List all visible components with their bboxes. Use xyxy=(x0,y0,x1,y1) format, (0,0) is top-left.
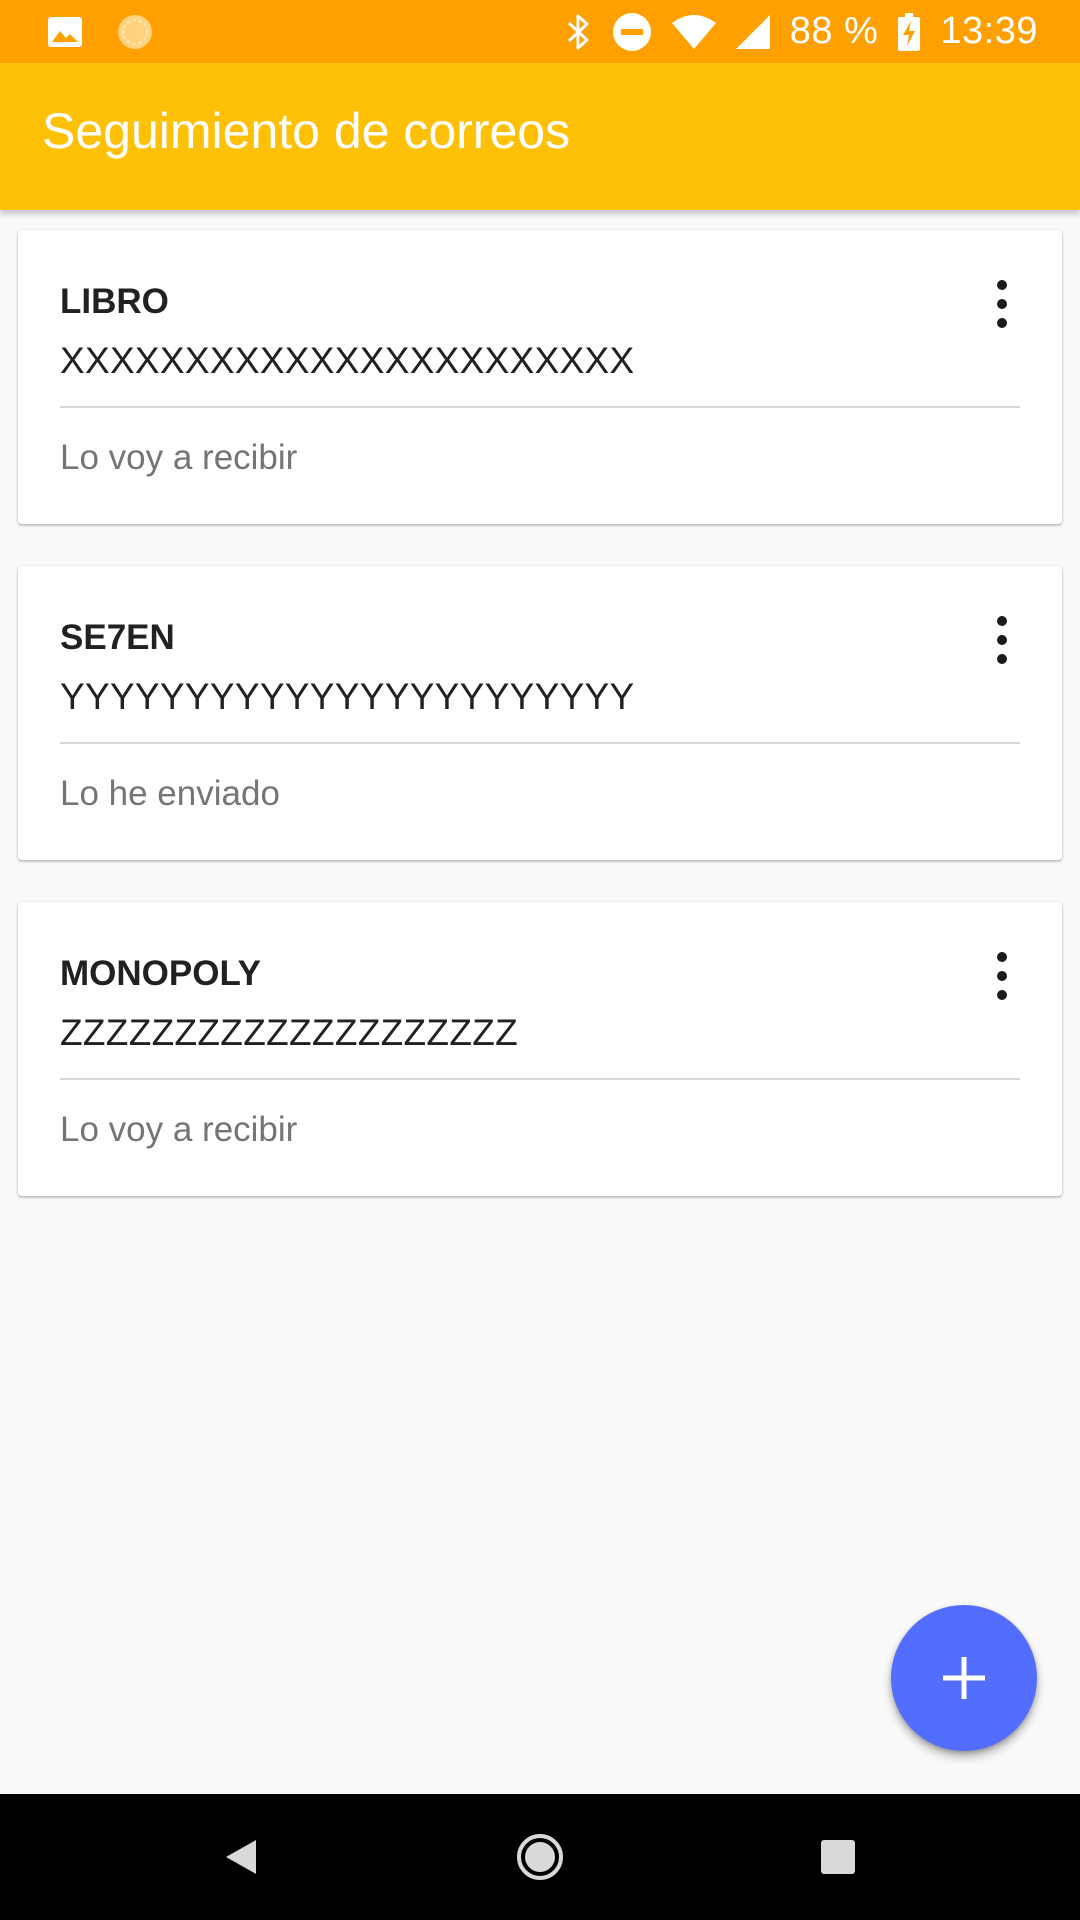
image-icon xyxy=(48,16,82,47)
tracking-code: XXXXXXXXXXXXXXXXXXXXXXX xyxy=(60,340,635,381)
status-bar: 88 % 13:39 xyxy=(0,0,1080,63)
shipment-status: Lo voy a recibir xyxy=(60,1110,298,1149)
shipment-card[interactable]: LIBRO XXXXXXXXXXXXXXXXXXXXXXX Lo voy a r… xyxy=(18,230,1062,524)
battery-charging-icon xyxy=(898,12,921,51)
plus-icon xyxy=(943,1657,985,1699)
shipment-status: Lo he enviado xyxy=(60,774,280,813)
more-options-icon[interactable] xyxy=(978,946,1026,1006)
shipment-name: LIBRO xyxy=(60,282,169,321)
page-title: Seguimiento de correos xyxy=(42,102,571,159)
shipment-name: MONOPOLY xyxy=(60,954,261,993)
navigation-bar xyxy=(0,1794,1080,1920)
divider xyxy=(60,1078,1020,1080)
bluetooth-icon xyxy=(566,13,592,51)
tracking-code: ZZZZZZZZZZZZZZZZZZZZ xyxy=(60,1012,519,1053)
app-bar: Seguimiento de correos xyxy=(0,63,1080,210)
home-icon[interactable] xyxy=(505,1822,575,1892)
signal-icon xyxy=(735,14,770,49)
shipment-card[interactable]: MONOPOLY ZZZZZZZZZZZZZZZZZZZZ Lo voy a r… xyxy=(18,902,1062,1196)
clock: 13:39 xyxy=(940,10,1038,52)
back-icon[interactable] xyxy=(206,1822,276,1892)
divider xyxy=(60,742,1020,744)
more-options-icon[interactable] xyxy=(978,274,1026,334)
add-shipment-button[interactable] xyxy=(891,1605,1037,1751)
shipment-status: Lo voy a recibir xyxy=(60,438,298,477)
do-not-disturb-icon xyxy=(612,12,652,52)
tracking-code: YYYYYYYYYYYYYYYYYYYYYYY xyxy=(60,676,635,717)
sync-icon xyxy=(116,13,154,51)
recents-icon[interactable] xyxy=(803,1822,873,1892)
divider xyxy=(60,406,1020,408)
more-options-icon[interactable] xyxy=(978,610,1026,670)
shipment-name: SE7EN xyxy=(60,618,175,657)
shipment-card[interactable]: SE7EN YYYYYYYYYYYYYYYYYYYYYYY Lo he envi… xyxy=(18,566,1062,860)
screen: 88 % 13:39 Seguimiento de correos LIBRO … xyxy=(0,0,1080,1920)
battery-percent: 88 % xyxy=(789,10,879,52)
wifi-icon xyxy=(671,14,716,49)
